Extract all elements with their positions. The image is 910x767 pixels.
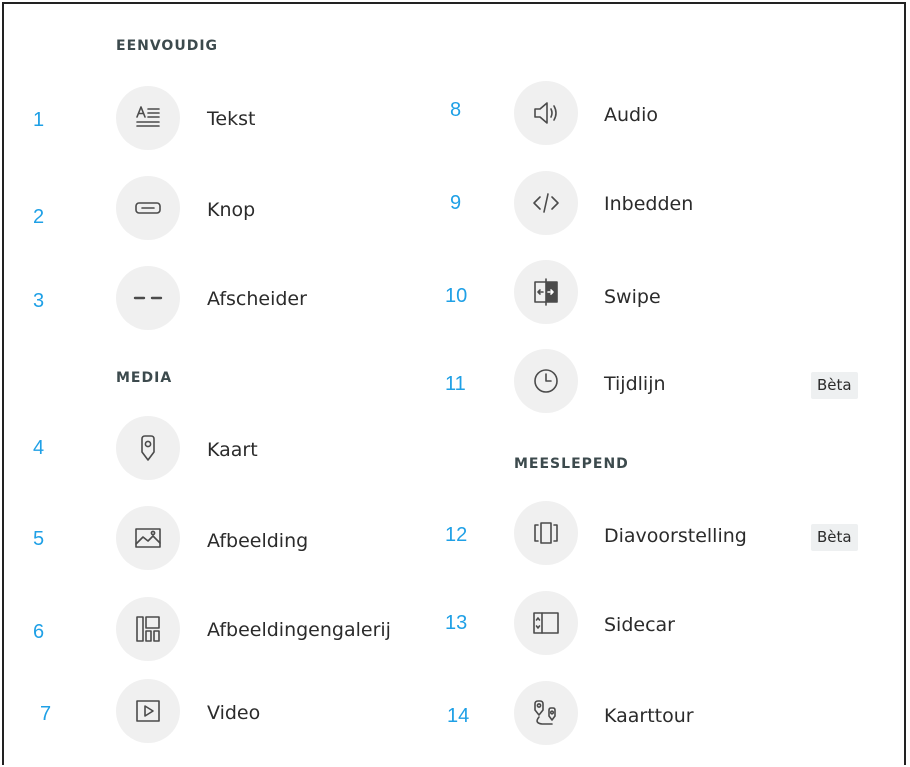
image-block-label[interactable]: Afbeelding [207, 532, 308, 551]
sidecar-icon [533, 612, 559, 634]
gallery-block-label[interactable]: Afbeeldingengalerij [207, 621, 391, 640]
item-number: 3 [33, 290, 45, 312]
separator-block-button[interactable] [116, 266, 180, 330]
item-number: 6 [33, 621, 45, 643]
swipe-block-button[interactable] [514, 260, 578, 324]
item-number: 7 [40, 703, 52, 725]
gallery-icon [136, 616, 160, 642]
video-play-icon [136, 700, 160, 722]
button-icon [135, 202, 161, 214]
map-tour-block-button[interactable] [514, 681, 578, 745]
text-block-label[interactable]: Tekst [207, 110, 255, 129]
item-number: 2 [33, 206, 45, 228]
button-block-label[interactable]: Knop [207, 201, 255, 220]
item-number: 11 [445, 373, 466, 395]
slideshow-block-label[interactable]: Diavoorstelling [604, 527, 747, 546]
clock-icon [534, 369, 558, 393]
item-number: 13 [445, 612, 468, 634]
block-picker-panel: EENVOUDIG MEDIA MEESLEPEND 1 Tekst 2 Kno… [2, 2, 906, 765]
slideshow-block-button[interactable] [514, 501, 578, 565]
swipe-icon [534, 278, 558, 306]
map-pin-icon [141, 435, 155, 461]
video-block-label[interactable]: Video [207, 704, 260, 723]
embed-code-icon [533, 193, 559, 213]
timeline-block-label[interactable]: Tijdlijn [604, 375, 666, 394]
sidecar-block-label[interactable]: Sidecar [604, 616, 675, 635]
beta-badge: Bèta [811, 372, 858, 399]
item-number: 9 [450, 192, 462, 214]
audio-block-label[interactable]: Audio [604, 106, 658, 125]
image-icon [135, 528, 161, 548]
video-block-button[interactable] [116, 679, 180, 743]
gallery-block-button[interactable] [116, 597, 180, 661]
audio-block-button[interactable] [514, 81, 578, 145]
embed-block-button[interactable] [514, 171, 578, 235]
text-icon [136, 106, 160, 127]
speaker-icon [534, 102, 557, 124]
section-title-immersive: MEESLEPEND [514, 456, 629, 472]
item-number: 1 [33, 109, 45, 131]
beta-badge: Bèta [811, 524, 858, 551]
embed-block-label[interactable]: Inbedden [604, 195, 693, 214]
button-block-button[interactable] [116, 176, 180, 240]
image-block-button[interactable] [116, 506, 180, 570]
item-number: 8 [450, 99, 462, 121]
item-number: 12 [445, 524, 468, 546]
timeline-block-button[interactable] [514, 349, 578, 413]
section-title-simple: EENVOUDIG [116, 38, 219, 54]
swipe-block-label[interactable]: Swipe [604, 288, 661, 307]
text-block-button[interactable] [116, 86, 180, 150]
section-title-media: MEDIA [116, 370, 173, 386]
map-block-label[interactable]: Kaart [207, 441, 258, 460]
map-block-button[interactable] [116, 416, 180, 480]
item-number: 10 [445, 285, 468, 307]
item-number: 14 [447, 705, 470, 727]
map-tour-icon [534, 700, 556, 725]
separator-icon [133, 296, 163, 300]
item-number: 4 [33, 437, 45, 459]
sidecar-block-button[interactable] [514, 591, 578, 655]
item-number: 5 [33, 528, 45, 550]
separator-block-label[interactable]: Afscheider [207, 290, 307, 309]
map-tour-block-label[interactable]: Kaarttour [604, 707, 694, 726]
slideshow-icon [534, 522, 558, 544]
